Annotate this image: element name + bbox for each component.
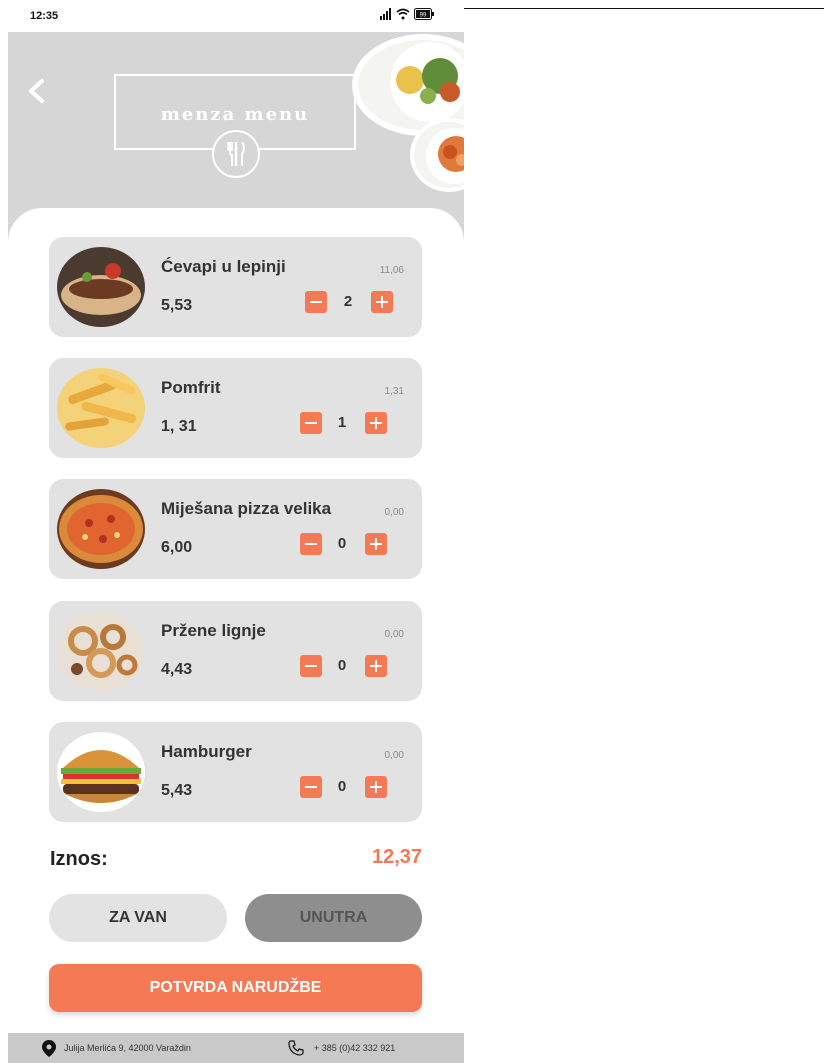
food-image xyxy=(57,489,145,569)
item-price: 6,00 xyxy=(161,539,193,556)
footer-address: Julija Merlića 9, 42000 Varaždin xyxy=(64,1043,191,1053)
item-name: Miješana pizza velika xyxy=(161,499,332,518)
quantity-value: 0 xyxy=(337,657,347,674)
app-screen: 12:35 99 menza menu Ćevapi u lepinji 5,5… xyxy=(8,0,464,1063)
quantity-value: 0 xyxy=(337,778,347,795)
decrease-quantity-button[interactable] xyxy=(300,655,322,677)
list-item: Pržene lignje 4,43 0,00 0 xyxy=(49,601,422,701)
takeaway-toggle-button[interactable]: ZA VAN xyxy=(49,894,227,942)
increase-quantity-button[interactable] xyxy=(365,533,387,555)
decrease-quantity-button[interactable] xyxy=(305,291,327,313)
item-name: Hamburger xyxy=(161,742,252,761)
list-item: Ćevapi u lepinji 5,53 11,06 2 xyxy=(49,237,422,337)
item-name: Pomfrit xyxy=(161,378,221,397)
food-image xyxy=(57,732,145,812)
salad-plate-image xyxy=(358,40,464,130)
footer: Julija Merlića 9, 42000 Varaždin + 385 (… xyxy=(8,1033,464,1063)
item-name: Pržene lignje xyxy=(161,621,266,640)
item-price: 1, 31 xyxy=(161,418,197,435)
status-bar: 12:35 99 xyxy=(8,0,464,32)
wifi-icon xyxy=(396,8,410,20)
quantity-value: 1 xyxy=(337,414,347,431)
quantity-value: 2 xyxy=(343,293,353,310)
item-total: 0,00 xyxy=(384,629,404,640)
list-item: Pomfrit 1, 31 1,31 1 xyxy=(49,358,422,458)
decrease-quantity-button[interactable] xyxy=(300,533,322,555)
signal-icon xyxy=(380,8,391,20)
decrease-quantity-button[interactable] xyxy=(300,412,322,434)
logo-circle xyxy=(212,130,260,178)
total-value: 12,37 xyxy=(372,846,423,868)
item-price: 4,43 xyxy=(161,661,193,678)
item-price: 5,53 xyxy=(161,297,193,314)
item-total: 11,06 xyxy=(379,265,404,276)
battery-level: 99 xyxy=(420,13,427,19)
increase-quantity-button[interactable] xyxy=(365,412,387,434)
increase-quantity-button[interactable] xyxy=(365,776,387,798)
pasta-plate-image xyxy=(414,122,464,188)
confirm-order-button[interactable]: POTVRDA NARUDŽBE xyxy=(49,964,422,1012)
quantity-value: 0 xyxy=(337,535,347,552)
item-name: Ćevapi u lepinji xyxy=(161,257,286,276)
item-price: 5,43 xyxy=(161,782,193,799)
increase-quantity-button[interactable] xyxy=(371,291,393,313)
back-chevron-icon[interactable] xyxy=(22,76,52,106)
food-image xyxy=(57,368,145,448)
food-image xyxy=(57,247,145,327)
total-label: Iznos: xyxy=(50,848,108,870)
food-image xyxy=(57,611,145,691)
dine-in-toggle-button[interactable]: UNUTRA xyxy=(245,894,422,942)
logo-text: menza menu xyxy=(160,104,310,125)
cutlery-icon xyxy=(227,141,245,166)
location-pin-icon xyxy=(42,1040,56,1057)
list-item: Hamburger 5,43 0,00 0 xyxy=(49,722,422,822)
item-total: 0,00 xyxy=(384,750,404,761)
item-total: 0,00 xyxy=(384,507,404,518)
increase-quantity-button[interactable] xyxy=(365,655,387,677)
status-icons: 99 xyxy=(380,8,434,20)
phone-icon xyxy=(288,1040,304,1056)
list-item: Miješana pizza velika 6,00 0,00 0 xyxy=(49,479,422,579)
battery-icon: 99 xyxy=(414,8,434,20)
status-time: 12:35 xyxy=(30,10,59,22)
footer-phone: + 385 (0)42 332 921 xyxy=(314,1043,396,1053)
item-total: 1,31 xyxy=(384,386,404,397)
decrease-quantity-button[interactable] xyxy=(300,776,322,798)
